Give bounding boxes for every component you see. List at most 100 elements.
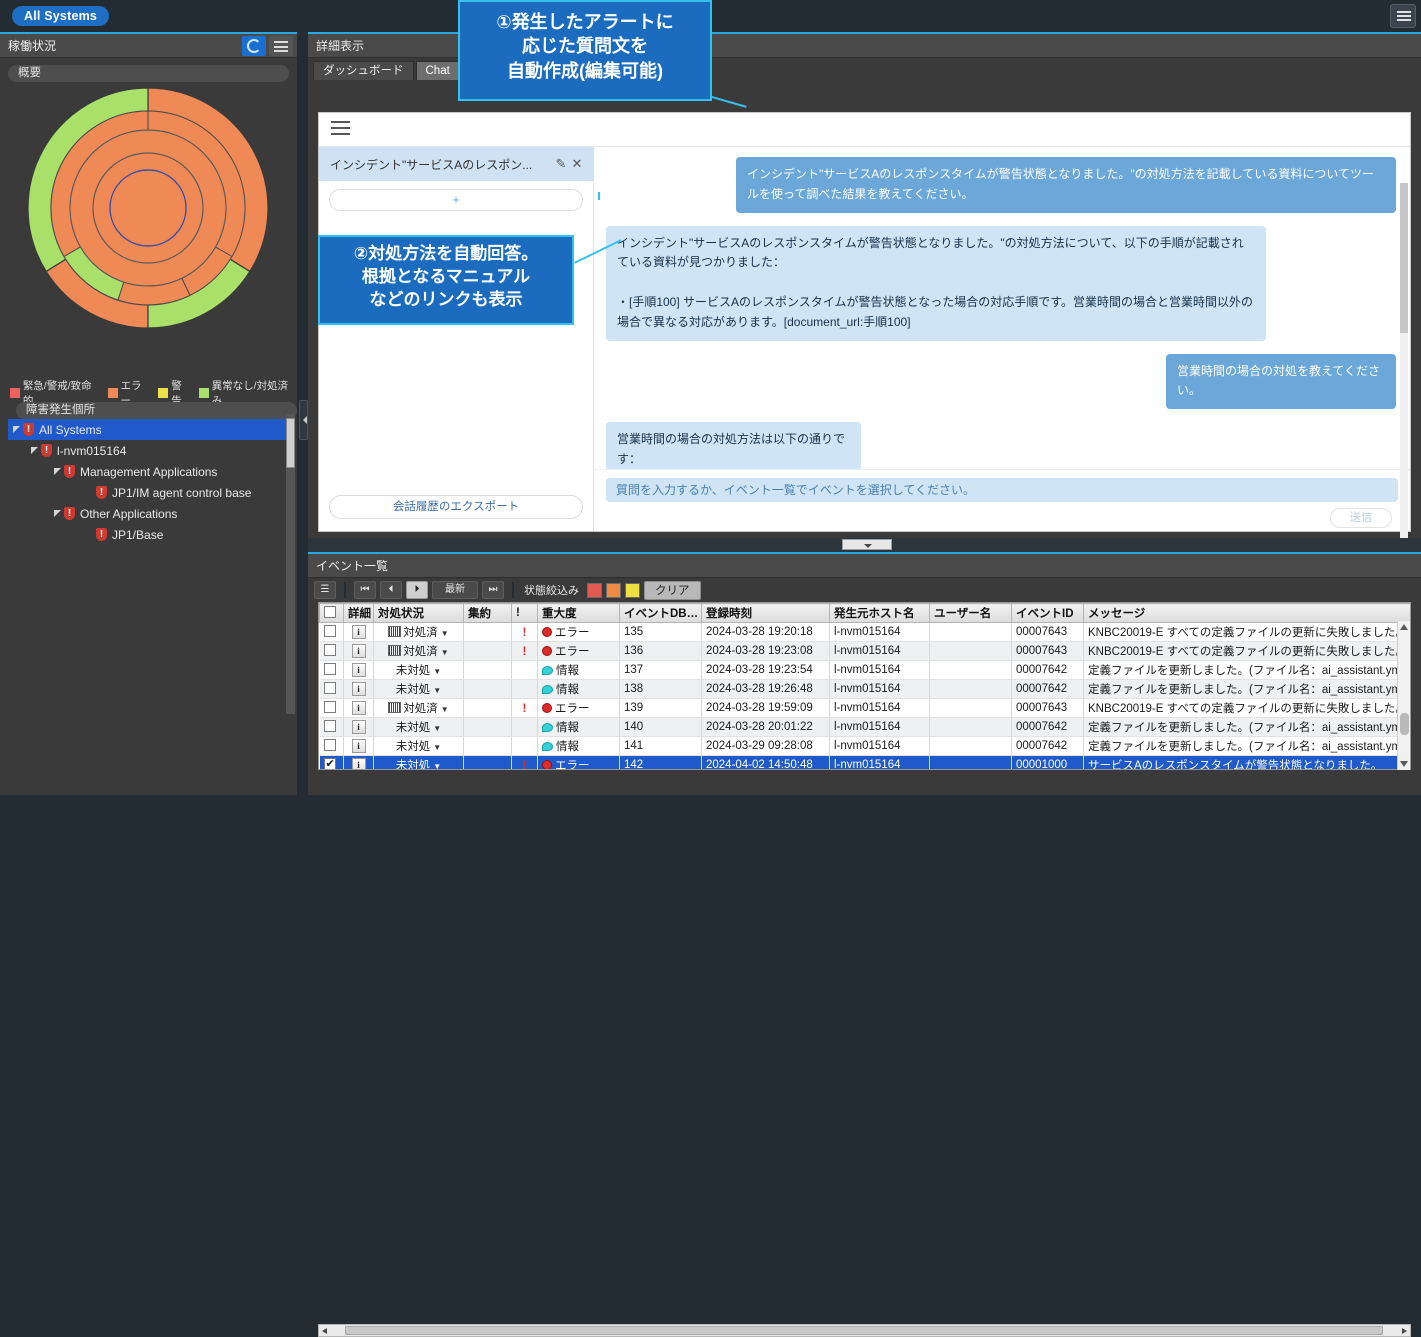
scrollbar-thumb[interactable] <box>345 1326 1383 1335</box>
tree-item-jp1-im-agent-control-base[interactable]: ! JP1/IM agent control base <box>8 482 289 503</box>
tree-item-other-applications[interactable]: ! Other Applications <box>8 503 289 524</box>
info-icon[interactable]: i <box>352 739 366 753</box>
next-page-button[interactable]: ⏵ <box>406 581 428 599</box>
col-event-id[interactable]: イベントID <box>1012 604 1084 623</box>
clear-filter-button[interactable]: クリア <box>644 581 701 600</box>
cell-detail[interactable]: i <box>344 737 374 756</box>
cell-checkbox[interactable] <box>320 737 344 756</box>
col-source-host[interactable]: 発生元ホスト名 <box>830 604 930 623</box>
table-row[interactable]: i未対処▼情報1372024-03-28 19:23:54l-nvm015164… <box>320 661 1412 680</box>
scroll-down-icon[interactable] <box>1400 761 1408 767</box>
last-page-button[interactable]: ⏭ <box>482 581 504 599</box>
cell-status[interactable]: 未対処▼ <box>374 661 464 680</box>
donut-view-button[interactable] <box>242 36 266 56</box>
col-detail[interactable]: 詳細 <box>344 604 374 623</box>
col-user[interactable]: ユーザー名 <box>930 604 1012 623</box>
filter-error-button[interactable] <box>606 583 621 598</box>
chevron-down-icon[interactable]: ▼ <box>433 762 441 770</box>
chevron-down-icon[interactable]: ▼ <box>433 743 441 752</box>
info-icon[interactable]: i <box>352 682 366 696</box>
panel-divider-handle[interactable] <box>299 400 308 440</box>
col-registered-time[interactable]: 登録時刻 <box>702 604 830 623</box>
col-message[interactable]: メッセージ <box>1084 604 1412 623</box>
scroll-up-icon[interactable] <box>1400 624 1408 630</box>
chevron-down-icon[interactable]: ▼ <box>433 667 441 676</box>
cell-checkbox[interactable] <box>320 680 344 699</box>
filter-critical-button[interactable] <box>587 583 602 598</box>
chevron-down-icon[interactable]: ▼ <box>441 705 449 714</box>
new-conversation-button[interactable]: + <box>329 189 583 211</box>
cell-detail[interactable]: i <box>344 661 374 680</box>
row-checkbox[interactable] <box>324 682 336 694</box>
all-systems-chip[interactable]: All Systems <box>12 6 109 26</box>
table-row[interactable]: i対処済▼!エラー1352024-03-28 19:20:18l-nvm0151… <box>320 623 1412 642</box>
cell-status[interactable]: 未対処▼ <box>374 718 464 737</box>
scroll-left-icon[interactable] <box>322 1328 327 1334</box>
splitter-grip[interactable] <box>842 539 892 550</box>
filter-warning-button[interactable] <box>625 583 640 598</box>
table-row[interactable]: i対処済▼!エラー1362024-03-28 19:23:08l-nvm0151… <box>320 642 1412 661</box>
latest-button[interactable]: 最新 <box>432 581 478 599</box>
cell-status[interactable]: 未対処▼ <box>374 737 464 756</box>
tab-dashboard[interactable]: ダッシュボード <box>313 61 414 80</box>
info-icon[interactable]: i <box>352 644 366 658</box>
row-checkbox[interactable] <box>324 625 336 637</box>
cell-detail[interactable]: i <box>344 680 374 699</box>
row-checkbox[interactable] <box>324 720 336 732</box>
table-row[interactable]: i未対処▼情報1402024-03-28 20:01:22l-nvm015164… <box>320 718 1412 737</box>
fault-location-tree[interactable]: ! All Systems ! l-nvm015164 ! Management… <box>8 419 289 545</box>
first-page-button[interactable]: ⏮ <box>354 581 376 599</box>
info-icon[interactable]: i <box>352 758 366 770</box>
col-eventdb[interactable]: イベントDB… <box>620 604 702 623</box>
row-checkbox[interactable] <box>324 701 336 713</box>
cell-status[interactable]: 対処済▼ <box>374 699 464 718</box>
row-checkbox[interactable] <box>324 644 336 656</box>
cell-detail[interactable]: i <box>344 623 374 642</box>
chevron-down-icon[interactable]: ▼ <box>433 724 441 733</box>
cell-detail[interactable]: i <box>344 718 374 737</box>
sunburst-chart[interactable] <box>0 82 297 340</box>
tab-chat[interactable]: Chat <box>416 61 460 80</box>
table-row[interactable]: i未対処▼情報1382024-03-28 19:26:48l-nvm015164… <box>320 680 1412 699</box>
conversation-item[interactable]: インシデント"サービスAのレスポン... ✎ ✕ <box>319 147 593 181</box>
horizontal-splitter[interactable] <box>308 538 1421 552</box>
chevron-down-icon[interactable] <box>53 508 64 519</box>
event-horizontal-scrollbar[interactable] <box>318 1324 1411 1337</box>
chevron-down-icon[interactable] <box>53 466 64 477</box>
event-table-container[interactable]: 詳細 対処状況 集約 ! 重大度 イベントDB… 登録時刻 発生元ホスト名 ユー… <box>318 602 1411 770</box>
chevron-down-icon[interactable] <box>12 424 23 435</box>
cell-checkbox[interactable] <box>320 623 344 642</box>
hamburger-icon[interactable] <box>331 121 350 139</box>
tree-item-host[interactable]: ! l-nvm015164 <box>8 440 289 461</box>
cell-status[interactable]: 未対処▼ <box>374 680 464 699</box>
info-icon[interactable]: i <box>352 663 366 677</box>
table-row[interactable]: i対処済▼!エラー1392024-03-28 19:59:09l-nvm0151… <box>320 699 1412 718</box>
table-row[interactable]: i未対処▼情報1412024-03-29 09:28:08l-nvm015164… <box>320 737 1412 756</box>
col-bang[interactable]: ! <box>512 604 538 623</box>
chevron-down-icon[interactable] <box>30 445 41 456</box>
left-panel-scrollbar[interactable] <box>286 414 295 714</box>
cell-status[interactable]: 対処済▼ <box>374 623 464 642</box>
cell-detail[interactable]: i <box>344 756 374 771</box>
scrollbar-thumb[interactable] <box>286 418 295 468</box>
scroll-right-icon[interactable] <box>1402 1328 1407 1334</box>
cell-checkbox[interactable] <box>320 642 344 661</box>
info-icon[interactable]: i <box>352 625 366 639</box>
info-icon[interactable]: i <box>352 720 366 734</box>
tree-item-management-applications[interactable]: ! Management Applications <box>8 461 289 482</box>
tree-item-jp1-base[interactable]: ! JP1/Base <box>8 524 289 545</box>
scrollbar-thumb[interactable] <box>1400 183 1408 333</box>
export-history-button[interactable]: 会話履歴のエクスポート <box>329 495 583 519</box>
row-checkbox[interactable] <box>324 663 336 675</box>
cell-status[interactable]: 対処済▼ <box>374 642 464 661</box>
cell-checkbox[interactable] <box>320 699 344 718</box>
table-row[interactable]: i未対処▼!エラー1422024-04-02 14:50:48l-nvm0151… <box>320 756 1412 771</box>
prev-page-button[interactable]: ⏴ <box>380 581 402 599</box>
select-all-checkbox[interactable] <box>324 606 336 618</box>
info-icon[interactable]: i <box>352 701 366 715</box>
col-checkbox[interactable] <box>320 604 344 623</box>
chevron-down-icon[interactable]: ▼ <box>441 648 449 657</box>
col-status[interactable]: 対処状況 <box>374 604 464 623</box>
chevron-down-icon[interactable]: ▼ <box>433 686 441 695</box>
cell-detail[interactable]: i <box>344 699 374 718</box>
